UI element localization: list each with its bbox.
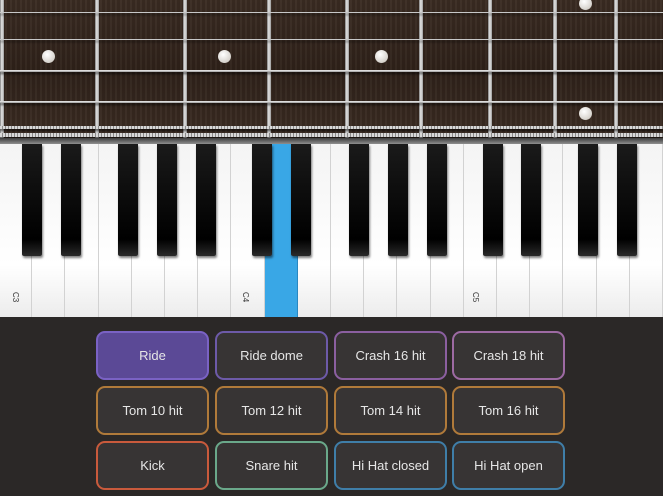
black-key[interactable]: [427, 144, 447, 256]
pad-snare-hit[interactable]: Snare hit: [215, 441, 328, 490]
black-key[interactable]: [291, 144, 311, 256]
key-label-c3: C3: [11, 292, 20, 303]
pad-tom-10-hit[interactable]: Tom 10 hit: [96, 386, 209, 435]
black-key[interactable]: [521, 144, 541, 256]
guitar-string[interactable]: [0, 126, 663, 129]
black-key[interactable]: [388, 144, 408, 256]
pad-tom-12-hit[interactable]: Tom 12 hit: [215, 386, 328, 435]
pad-hi-hat-open[interactable]: Hi Hat open: [452, 441, 565, 490]
black-key[interactable]: [118, 144, 138, 256]
pad-crash-16-hit[interactable]: Crash 16 hit: [334, 331, 447, 380]
pad-tom-16-hit[interactable]: Tom 16 hit: [452, 386, 565, 435]
black-key[interactable]: [22, 144, 42, 256]
pad-crash-18-hit[interactable]: Crash 18 hit: [452, 331, 565, 380]
fret-inlay-dot: [375, 50, 388, 63]
black-key[interactable]: [483, 144, 503, 256]
black-key[interactable]: [61, 144, 81, 256]
fret-inlay-dot: [579, 0, 592, 10]
pad-ride-dome[interactable]: Ride dome: [215, 331, 328, 380]
guitar-string[interactable]: [0, 101, 663, 103]
pad-hi-hat-closed[interactable]: Hi Hat closed: [334, 441, 447, 490]
piano-keyboard[interactable]: C3 C4 C5: [0, 144, 663, 317]
guitar-fretboard[interactable]: [0, 0, 663, 140]
fret-inlay-dot: [42, 50, 55, 63]
black-key[interactable]: [617, 144, 637, 256]
black-key[interactable]: [157, 144, 177, 256]
drum-pad-grid: Ride Ride dome Crash 16 hit Crash 18 hit…: [0, 317, 663, 496]
guitar-string[interactable]: [0, 70, 663, 72]
black-key[interactable]: [196, 144, 216, 256]
black-key[interactable]: [578, 144, 598, 256]
pad-ride[interactable]: Ride: [96, 331, 209, 380]
black-key[interactable]: [349, 144, 369, 256]
pad-kick[interactable]: Kick: [96, 441, 209, 490]
key-label-c5: C5: [471, 292, 480, 303]
fret-inlay-dot: [218, 50, 231, 63]
guitar-string[interactable]: [0, 12, 663, 13]
guitar-string[interactable]: [0, 39, 663, 40]
fret-inlay-dot: [579, 107, 592, 120]
black-key[interactable]: [252, 144, 272, 256]
guitar-string[interactable]: [0, 133, 663, 137]
key-label-c4: C4: [241, 292, 250, 303]
pad-tom-14-hit[interactable]: Tom 14 hit: [334, 386, 447, 435]
